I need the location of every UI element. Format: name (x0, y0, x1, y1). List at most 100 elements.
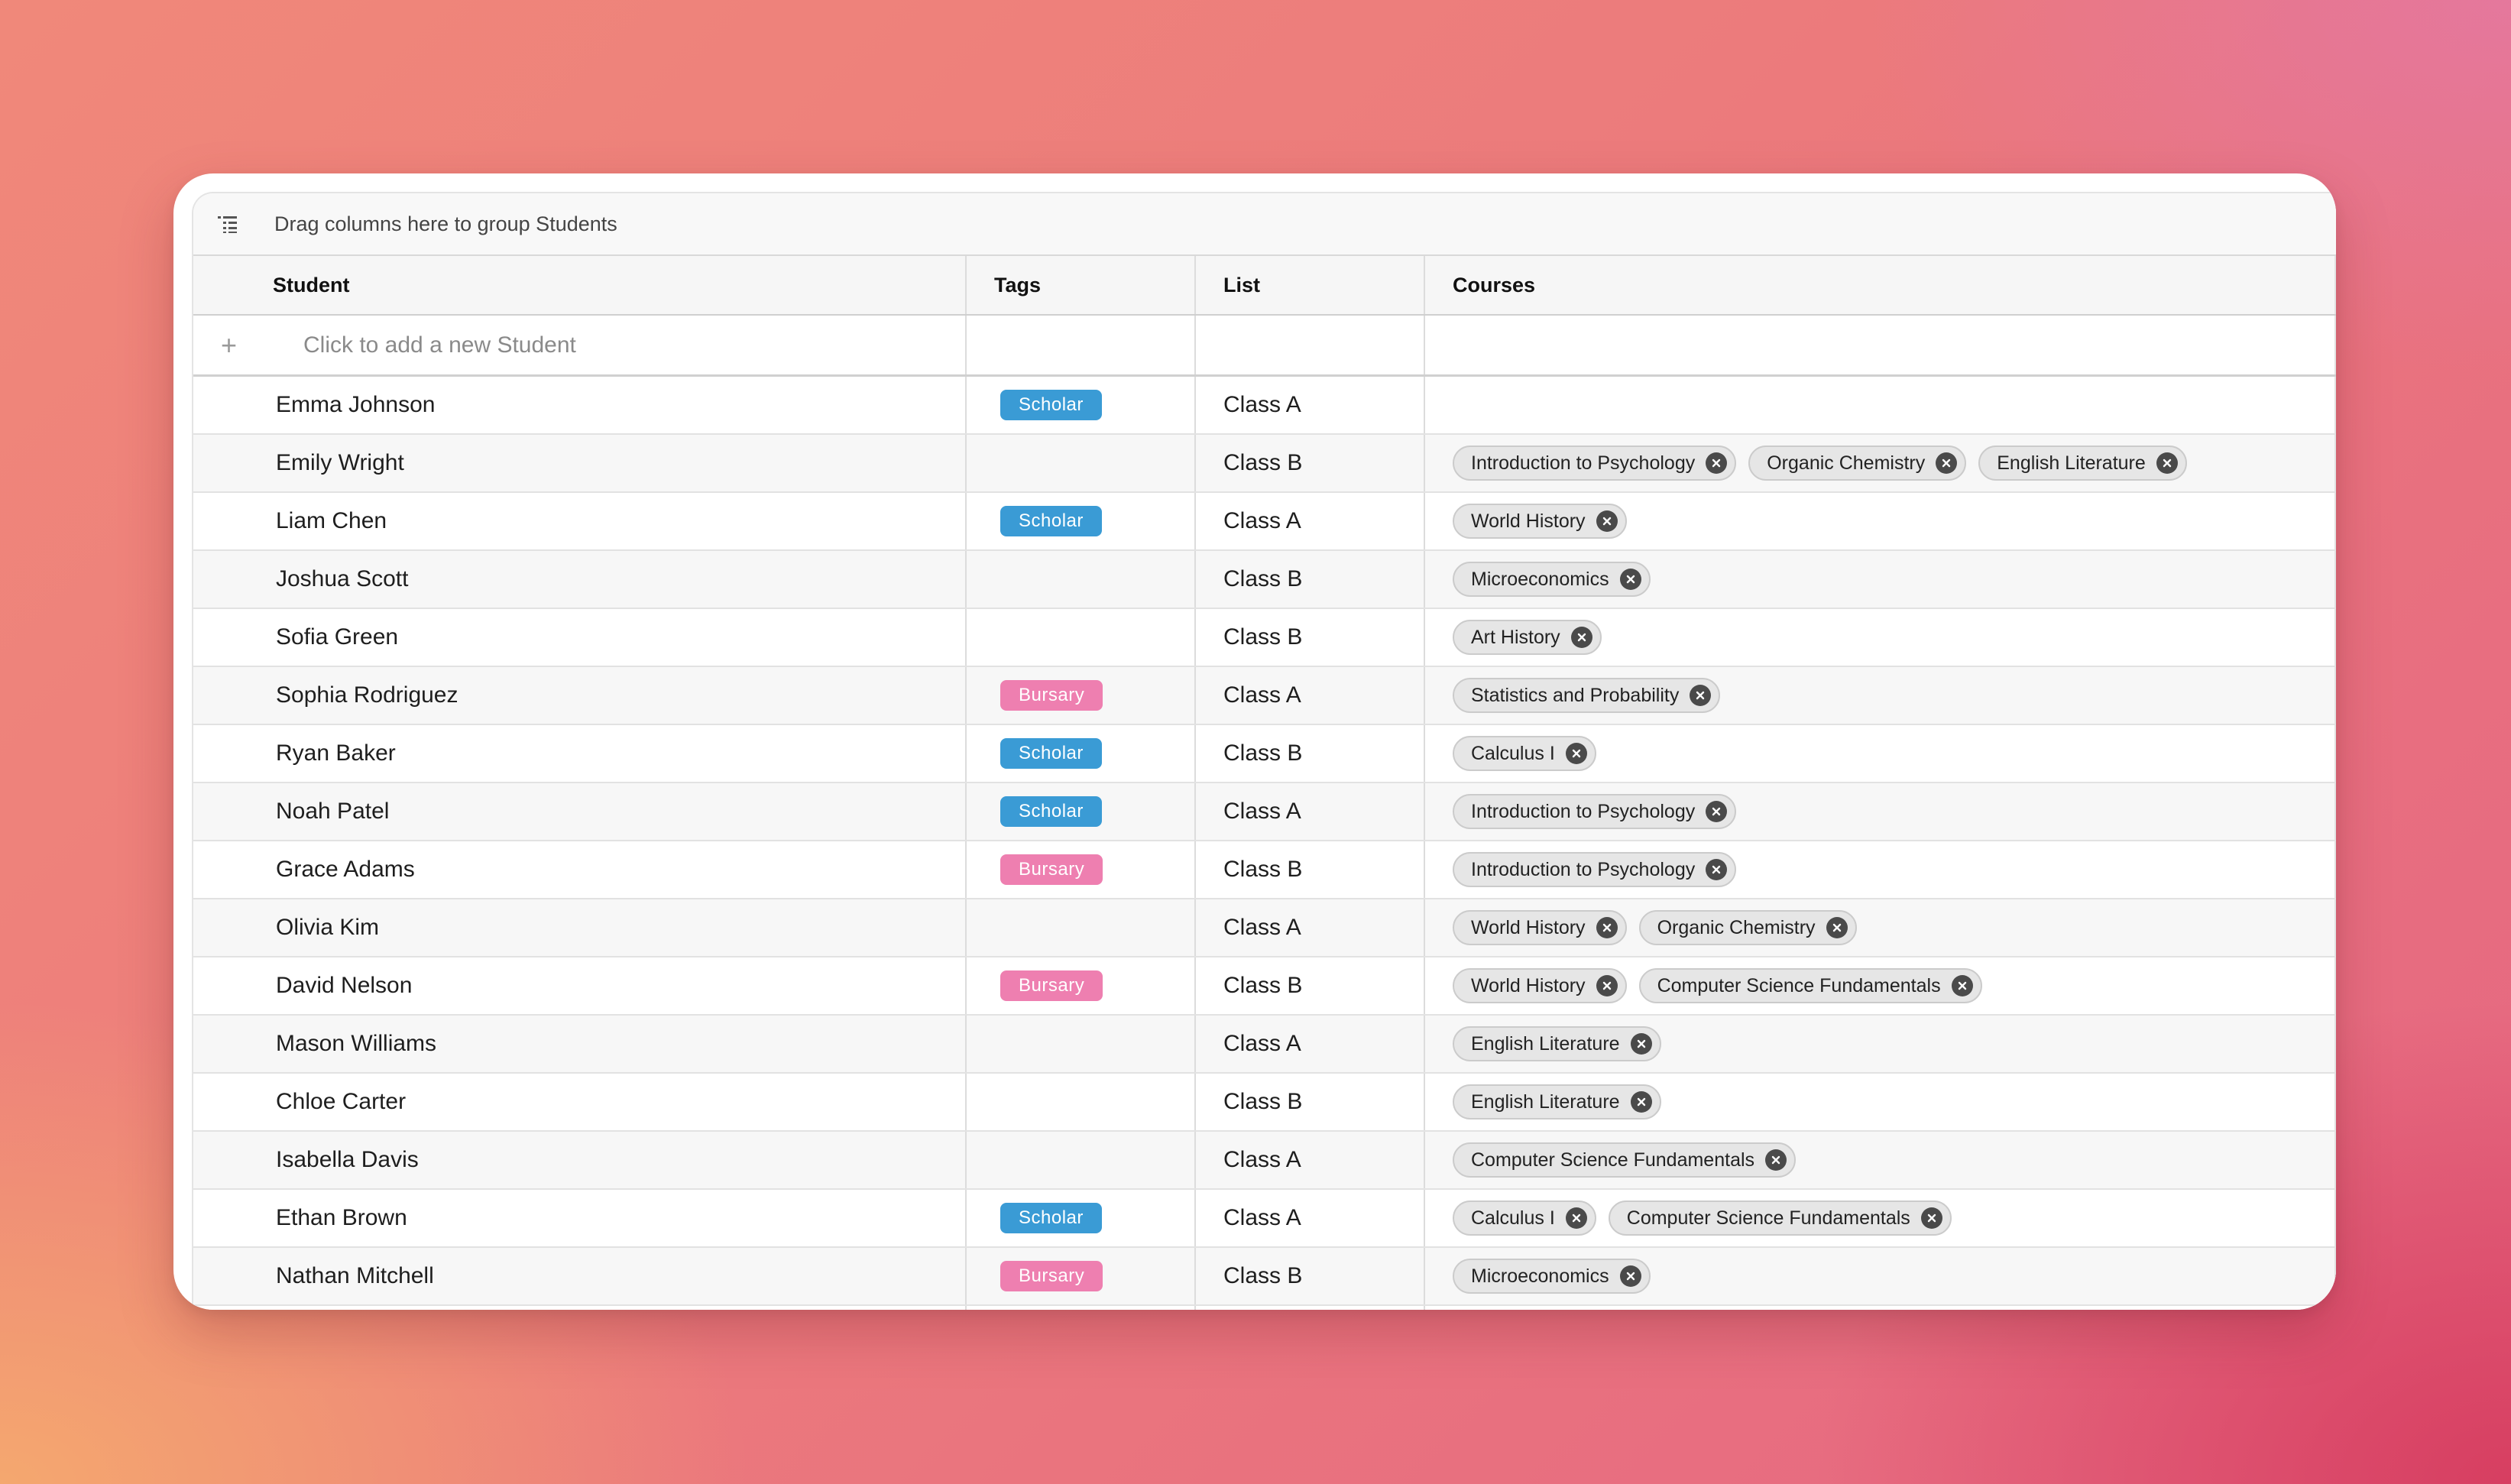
table-row[interactable]: Ethan Brown Scholar Class A Calculus I Compu… (193, 1190, 2336, 1248)
table-row[interactable]: Emma Johnson Scholar Class A (193, 377, 2336, 435)
remove-course-icon[interactable] (1596, 510, 1618, 532)
table-row[interactable]: Chloe Carter Class B English Literature (193, 1074, 2336, 1132)
column-header-student[interactable]: Student (193, 256, 967, 314)
courses-cell[interactable]: Computer Science Fundamentals (1425, 1132, 2336, 1188)
courses-cell[interactable]: Statistics and Probability (1425, 667, 2336, 724)
student-cell[interactable]: Olivia Kim (193, 899, 967, 956)
table-row[interactable]: Ryan Baker Scholar Class B Calculus I (193, 725, 2336, 783)
student-cell[interactable]: Emma Johnson (193, 377, 967, 433)
remove-course-icon[interactable] (1706, 859, 1728, 880)
tags-cell[interactable]: Bursary (967, 667, 1196, 724)
courses-cell[interactable]: English Literature (1425, 1016, 2336, 1072)
student-cell[interactable]: Noah Patel (193, 783, 967, 840)
courses-cell[interactable]: Introduction to Psychology Organic Chemis… (1425, 435, 2336, 491)
list-cell[interactable]: Class A (1196, 667, 1425, 724)
list-cell[interactable]: Class B (1196, 841, 1425, 898)
tags-cell[interactable]: Scholar (967, 493, 1196, 549)
tags-cell[interactable]: Bursary (967, 841, 1196, 898)
tags-cell[interactable]: Bursary (967, 1248, 1196, 1304)
student-cell[interactable]: Emily Wright (193, 435, 967, 491)
table-row[interactable]: Isabella Davis Class A Computer Science Fu… (193, 1132, 2336, 1190)
add-student-row[interactable]: + Click to add a new Student (193, 316, 2336, 377)
student-cell[interactable]: Isabella Davis (193, 1132, 967, 1188)
remove-course-icon[interactable] (1596, 975, 1618, 996)
student-cell[interactable]: Mason Williams (193, 1016, 967, 1072)
remove-course-icon[interactable] (1936, 452, 1958, 474)
student-cell[interactable]: Grace Adams (193, 841, 967, 898)
remove-course-icon[interactable] (1570, 627, 1592, 648)
remove-course-icon[interactable] (1920, 1207, 1942, 1229)
courses-cell[interactable]: Calculus I Computer Science Fundamentals (1425, 1190, 2336, 1246)
student-cell[interactable]: Nathan Mitchell (193, 1248, 967, 1304)
tags-cell[interactable]: Scholar (967, 725, 1196, 782)
list-cell[interactable]: Class B (1196, 609, 1425, 666)
group-by-bar[interactable]: Drag columns here to group Students (193, 193, 2336, 256)
courses-cell[interactable]: English Literature (1425, 1074, 2336, 1130)
student-cell[interactable]: Joshua Scott (193, 551, 967, 608)
list-cell[interactable] (1196, 1306, 1425, 1310)
list-cell[interactable]: Class A (1196, 1132, 1425, 1188)
remove-course-icon[interactable] (2156, 452, 2178, 474)
remove-course-icon[interactable] (1826, 917, 1848, 938)
student-cell[interactable]: Liam Chen (193, 493, 967, 549)
tags-cell[interactable] (967, 1132, 1196, 1188)
courses-cell[interactable]: World History Computer Science Fundamenta… (1425, 957, 2336, 1014)
list-cell[interactable]: Class A (1196, 1190, 1425, 1246)
list-cell[interactable]: Class B (1196, 957, 1425, 1014)
add-student-cell[interactable]: + Click to add a new Student (193, 316, 967, 374)
courses-cell[interactable]: Microeconomics (1425, 1248, 2336, 1304)
table-row[interactable]: David Nelson Bursary Class B World History C… (193, 957, 2336, 1016)
courses-cell[interactable]: Calculus I (1425, 725, 2336, 782)
student-cell[interactable]: Sophia Rodriguez (193, 667, 967, 724)
student-cell[interactable]: Ethan Brown (193, 1190, 967, 1246)
tags-cell[interactable] (967, 899, 1196, 956)
courses-cell[interactable]: World History (1425, 493, 2336, 549)
table-row[interactable]: Mason Williams Class A English Literature (193, 1016, 2336, 1074)
student-cell[interactable]: David Nelson (193, 957, 967, 1014)
remove-course-icon[interactable] (1765, 1149, 1787, 1171)
list-cell[interactable]: Class A (1196, 899, 1425, 956)
remove-course-icon[interactable] (1619, 1265, 1641, 1287)
list-cell[interactable]: Class B (1196, 551, 1425, 608)
list-cell[interactable]: Class B (1196, 1248, 1425, 1304)
student-cell[interactable] (193, 1306, 967, 1310)
list-cell[interactable]: Class B (1196, 1074, 1425, 1130)
table-row[interactable] (193, 1306, 2336, 1310)
tags-cell[interactable] (967, 435, 1196, 491)
courses-cell[interactable]: Microeconomics (1425, 551, 2336, 608)
remove-course-icon[interactable] (1596, 917, 1618, 938)
table-row[interactable]: Nathan Mitchell Bursary Class B Microeconom… (193, 1248, 2336, 1306)
table-row[interactable]: Noah Patel Scholar Class A Introduction to … (193, 783, 2336, 841)
table-row[interactable]: Joshua Scott Class B Microeconomics (193, 551, 2336, 609)
column-header-tags[interactable]: Tags (967, 256, 1196, 314)
list-cell[interactable]: Class B (1196, 725, 1425, 782)
tags-cell[interactable] (967, 1016, 1196, 1072)
remove-course-icon[interactable] (1951, 975, 1973, 996)
table-row[interactable]: Sofia Green Class B Art History (193, 609, 2336, 667)
table-row[interactable]: Olivia Kim Class A World History Organic Ch… (193, 899, 2336, 957)
remove-course-icon[interactable] (1706, 801, 1728, 822)
tags-cell[interactable]: Bursary (967, 957, 1196, 1014)
courses-cell[interactable]: Introduction to Psychology (1425, 783, 2336, 840)
list-cell[interactable]: Class A (1196, 783, 1425, 840)
table-row[interactable]: Emily Wright Class B Introduction to Psych… (193, 435, 2336, 493)
courses-cell[interactable] (1425, 1306, 2336, 1310)
tags-cell[interactable] (967, 1074, 1196, 1130)
remove-course-icon[interactable] (1690, 685, 1712, 706)
table-row[interactable]: Sophia Rodriguez Bursary Class A Statistics… (193, 667, 2336, 725)
tags-cell[interactable] (967, 1306, 1196, 1310)
list-cell[interactable]: Class A (1196, 493, 1425, 549)
column-header-courses[interactable]: Courses (1425, 256, 2336, 314)
tags-cell[interactable] (967, 551, 1196, 608)
remove-course-icon[interactable] (1630, 1033, 1652, 1055)
remove-course-icon[interactable] (1565, 1207, 1587, 1229)
tags-cell[interactable] (967, 609, 1196, 666)
courses-cell[interactable] (1425, 377, 2336, 433)
column-header-list[interactable]: List (1196, 256, 1425, 314)
remove-course-icon[interactable] (1619, 569, 1641, 590)
student-cell[interactable]: Chloe Carter (193, 1074, 967, 1130)
tags-cell[interactable]: Scholar (967, 783, 1196, 840)
student-cell[interactable]: Sofia Green (193, 609, 967, 666)
courses-cell[interactable]: World History Organic Chemistry (1425, 899, 2336, 956)
tags-cell[interactable]: Scholar (967, 1190, 1196, 1246)
